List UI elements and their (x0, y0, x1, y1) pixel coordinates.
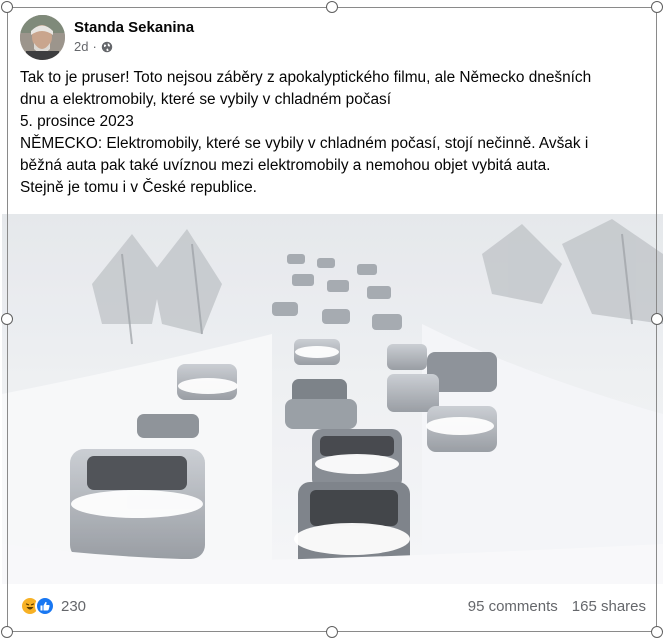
post-time[interactable]: 2d (74, 38, 88, 56)
resize-handle-top-left[interactable] (1, 1, 13, 13)
snowy-highway-image (2, 214, 663, 584)
resize-handle-top[interactable] (326, 1, 338, 13)
shares-count[interactable]: 165 shares (572, 598, 646, 615)
avatar[interactable] (20, 14, 65, 60)
like-icon (35, 596, 55, 616)
post-text-line: NĚMECKO: Elektromobily, které se vybily … (20, 135, 589, 152)
resize-handle-top-right[interactable] (651, 1, 663, 13)
engagement-stats: 95 comments 165 shares (468, 598, 646, 615)
post-text-line: běžná auta pak také uvíznou mezi elektro… (20, 157, 551, 174)
post-footer: 230 95 comments 165 shares (20, 590, 646, 622)
facebook-post: Standa Sekanina 2d · Tak to je pruser! T… (1, 0, 663, 638)
resize-handle-bottom-right[interactable] (651, 626, 663, 638)
post-meta: Standa Sekanina 2d · (74, 18, 194, 56)
resize-handle-bottom-left[interactable] (1, 626, 13, 638)
post-text-line: dnu a elektromobily, které se vybily v c… (20, 91, 391, 108)
comments-count[interactable]: 95 comments (468, 598, 558, 615)
selection-frame: Standa Sekanina 2d · Tak to je pruser! T… (0, 0, 664, 639)
post-photo[interactable] (2, 214, 663, 584)
resize-handle-right[interactable] (651, 313, 663, 325)
resize-handle-left[interactable] (1, 313, 13, 325)
globe-icon (101, 41, 113, 53)
reactions-summary[interactable]: 230 (20, 596, 86, 616)
post-text: Tak to je pruser! Toto nejsou záběry z a… (20, 67, 650, 199)
post-timestamp-row: 2d · (74, 38, 194, 56)
reaction-count: 230 (61, 597, 87, 615)
post-header: Standa Sekanina 2d · (20, 13, 194, 61)
resize-handle-bottom[interactable] (326, 626, 338, 638)
post-text-line: Stejně je tomu i v České republice. (20, 179, 257, 196)
author-name[interactable]: Standa Sekanina (74, 18, 194, 38)
post-text-line: 5. prosince 2023 (20, 113, 134, 130)
post-text-line: Tak to je pruser! Toto nejsou záběry z a… (20, 69, 592, 86)
separator-dot: · (92, 39, 97, 54)
